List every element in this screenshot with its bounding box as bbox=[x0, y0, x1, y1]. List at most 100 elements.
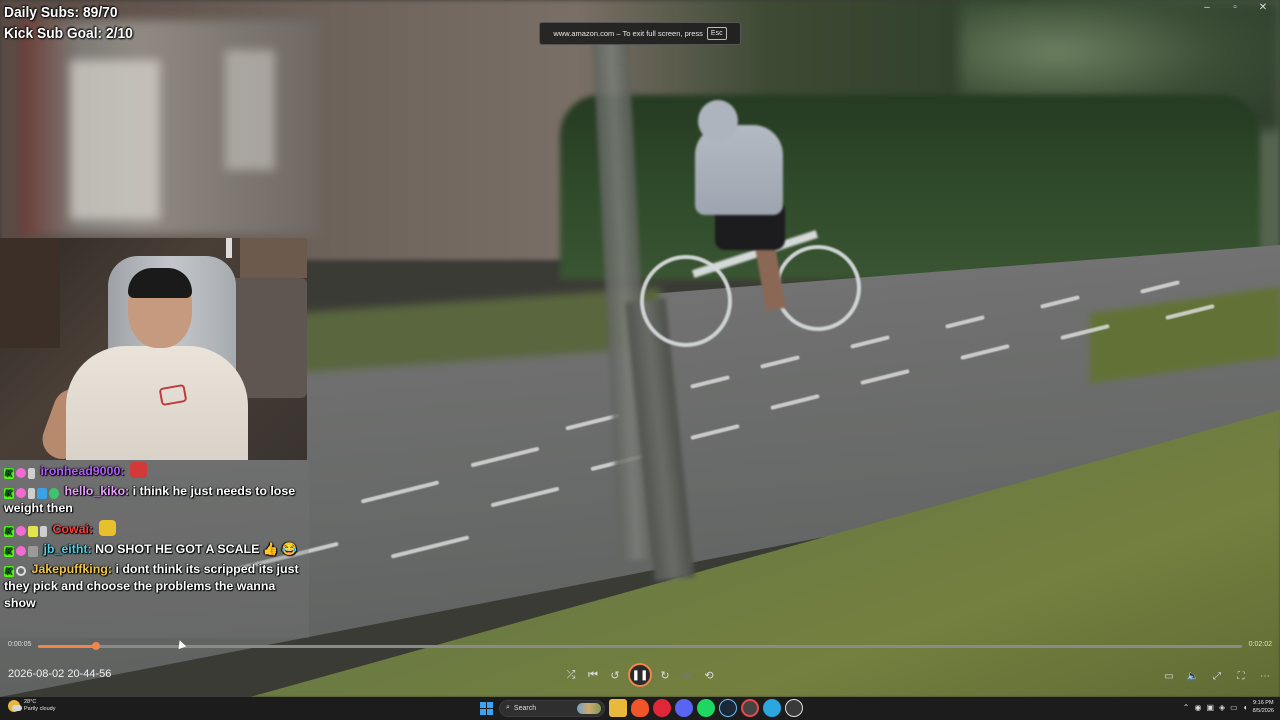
clock[interactable]: 9:16 PM 8/5/2026 bbox=[1253, 699, 1274, 715]
tray-app-icon[interactable]: ◉ bbox=[1194, 703, 1201, 712]
chat-badges: K bbox=[4, 488, 59, 499]
shuffle-button[interactable]: ⤮ bbox=[560, 664, 582, 686]
webcam-streamer-shirt bbox=[66, 346, 248, 460]
kick-sub-goal-label: Kick Sub Goal: 2/10 bbox=[4, 25, 133, 42]
sword-badge-icon bbox=[28, 468, 35, 479]
volume-button[interactable]: 🔈 bbox=[1182, 665, 1204, 687]
fullscreen-button[interactable]: ⤢ bbox=[1206, 665, 1228, 687]
search-highlight-icon bbox=[577, 702, 601, 714]
search-label: Search bbox=[513, 704, 537, 712]
sub-badge-icon bbox=[16, 546, 26, 556]
search-icon: ⌕ bbox=[506, 704, 510, 711]
fullscreen-notice-text: www.amazon.com – To exit full screen, pr… bbox=[553, 29, 703, 38]
kick-badge-icon: K bbox=[4, 468, 14, 479]
daily-subs-label: Daily Subs: 89/70 bbox=[4, 4, 118, 21]
more-options-button[interactable]: ⋯ bbox=[1254, 665, 1276, 687]
video-building bbox=[20, 20, 320, 235]
chat-username[interactable]: Cowai: bbox=[52, 522, 93, 536]
chat-message: K jb_eitht: NO SHOT HE GOT A SCALE 👍 😂 bbox=[4, 541, 309, 558]
previous-button[interactable]: ⏮ bbox=[582, 664, 604, 686]
video-hedge bbox=[560, 95, 1260, 280]
emote-icon bbox=[129, 462, 147, 478]
playback-controls: ⤮ ⏮ ↺ ❚❚ ↻ ⏭ ⟲ bbox=[560, 663, 720, 687]
clock-date: 8/5/2026 bbox=[1252, 708, 1274, 714]
current-time: 0:00:05 bbox=[8, 641, 32, 648]
media-title: 2026-08-02 20-44-56 bbox=[8, 668, 112, 680]
minimize-button[interactable]: – bbox=[1200, 2, 1214, 13]
chat-badges: K bbox=[4, 526, 47, 537]
chat-badges: K bbox=[4, 546, 38, 557]
kick-badge-icon: K bbox=[4, 526, 14, 537]
mini-player-button[interactable]: ▭ bbox=[1158, 665, 1180, 687]
sub-badge-icon bbox=[16, 468, 26, 478]
opera-icon[interactable] bbox=[653, 699, 671, 717]
fullscreen-notice: www.amazon.com – To exit full screen, pr… bbox=[539, 22, 741, 45]
chat-username[interactable]: ironhead9000: bbox=[40, 464, 124, 478]
weather-text: 28°C Partly cloudy bbox=[24, 699, 56, 713]
spotify-icon[interactable] bbox=[697, 699, 715, 717]
weather-widget[interactable]: 28°C Partly cloudy bbox=[8, 699, 56, 713]
volume-icon[interactable]: ◖ bbox=[1243, 703, 1248, 712]
seek-bar[interactable] bbox=[38, 642, 1242, 650]
sub-badge-icon bbox=[16, 526, 26, 536]
video-building-window bbox=[70, 60, 160, 220]
chat-text: NO SHOT HE GOT A SCALE bbox=[95, 542, 260, 556]
webcam-cabinet bbox=[0, 238, 60, 348]
verified-badge-icon bbox=[49, 488, 59, 499]
next-button[interactable]: ⏭ bbox=[676, 664, 698, 686]
sword-badge-icon bbox=[40, 526, 47, 537]
laughing-emoji-icon: 😂 bbox=[281, 542, 298, 556]
system-tray: ⌃ ◉ ▣ ◈ ▭ ◖ 9:16 PM 8/5/2026 bbox=[1183, 699, 1274, 715]
kick-badge-icon: K bbox=[4, 546, 14, 557]
pause-button[interactable]: ❚❚ bbox=[628, 663, 652, 687]
expand-button[interactable]: ⛶ bbox=[1230, 665, 1252, 687]
file-explorer-icon[interactable] bbox=[609, 699, 627, 717]
rewind-10-button[interactable]: ↺ bbox=[604, 664, 626, 686]
close-button[interactable]: ✕ bbox=[1256, 2, 1270, 13]
vip-badge-icon bbox=[37, 488, 47, 499]
edge-icon[interactable] bbox=[763, 699, 781, 717]
esc-key: Esc bbox=[706, 27, 727, 40]
repeat-button[interactable]: ⟲ bbox=[698, 664, 720, 686]
network-icon[interactable]: ▭ bbox=[1230, 703, 1238, 712]
media-player-icon[interactable] bbox=[785, 699, 803, 717]
seek-bar-progress bbox=[38, 645, 96, 648]
clock-time: 9:16 PM bbox=[1253, 700, 1274, 706]
discord-icon[interactable] bbox=[675, 699, 693, 717]
kick-badge-icon: K bbox=[4, 488, 14, 499]
chat-username[interactable]: hello_kiko: bbox=[64, 484, 129, 498]
sword-badge-icon bbox=[28, 488, 35, 499]
rider-head bbox=[698, 100, 738, 142]
windows-start-icon[interactable] bbox=[477, 699, 495, 717]
chat-username[interactable]: Jakepuffking: bbox=[31, 562, 112, 576]
chat-username[interactable]: jb_eitht: bbox=[43, 542, 91, 556]
tray-app-icon[interactable]: ◈ bbox=[1219, 703, 1225, 712]
webcam-lamp bbox=[226, 238, 232, 258]
partly-cloudy-icon bbox=[8, 700, 22, 712]
chat-badges: K bbox=[4, 566, 26, 577]
maximize-button[interactable]: ▫ bbox=[1228, 2, 1242, 13]
obs-icon[interactable] bbox=[741, 699, 759, 717]
tray-chevron-icon[interactable]: ⌃ bbox=[1183, 703, 1190, 712]
emote-icon bbox=[98, 520, 116, 536]
chat-message: K Cowai: bbox=[4, 520, 309, 538]
seek-bar-handle[interactable] bbox=[91, 642, 100, 650]
video-building-window bbox=[225, 50, 275, 170]
window-controls: – ▫ ✕ bbox=[1200, 2, 1270, 13]
webcam-feed bbox=[0, 238, 307, 460]
webcam-streamer-hair bbox=[128, 268, 192, 298]
chat-badges: K bbox=[4, 468, 35, 479]
tray-app-icon[interactable]: ▣ bbox=[1206, 703, 1214, 712]
windows-taskbar: 28°C Partly cloudy ⌕ Search ⌃ ◉ ▣ ◈ ▭ ◖ … bbox=[0, 697, 1280, 720]
brave-browser-icon[interactable] bbox=[631, 699, 649, 717]
taskbar-search[interactable]: ⌕ Search bbox=[499, 699, 605, 717]
webcam-picture-frame bbox=[240, 238, 307, 278]
sub-badge-icon bbox=[16, 488, 26, 498]
chat-message: K Jakepuffking: i dont think its scrippe… bbox=[4, 561, 309, 612]
gift-badge-icon bbox=[28, 526, 38, 537]
player-right-controls: ▭ 🔈 ⤢ ⛶ ⋯ bbox=[1158, 665, 1276, 687]
forward-30-button[interactable]: ↻ bbox=[654, 664, 676, 686]
bike-wheel bbox=[775, 245, 861, 331]
weather-description: Partly cloudy bbox=[24, 706, 56, 712]
steam-icon[interactable] bbox=[719, 699, 737, 717]
